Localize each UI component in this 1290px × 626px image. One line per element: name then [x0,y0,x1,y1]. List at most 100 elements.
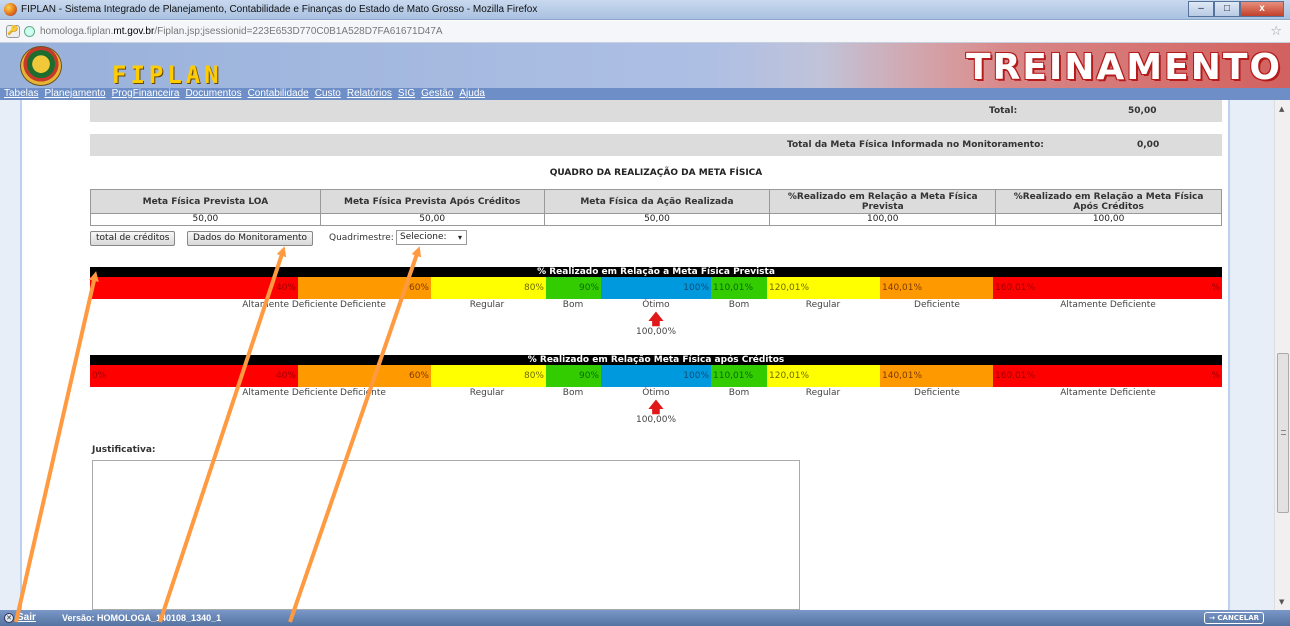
scroll-up-icon[interactable]: ▲ [1279,105,1284,113]
address-bar[interactable]: 🔑 homologa.fiplan.mt.gov.br/Fiplan.jsp;j… [0,21,1290,43]
firefox-icon [4,3,17,16]
segment-start-value: 120,01% [769,371,810,381]
performance-label: Ótimo [642,300,670,310]
performance-label: Bom [562,388,584,398]
performance-bar-prevista: % Realizado em Relação a Meta Física Pre… [90,267,1222,337]
globe-icon [24,26,35,37]
performance-label: Altamente Deficiente [1060,300,1156,310]
menu-item-relatorios[interactable]: Relatórios [347,88,392,100]
performance-segment: 140,01% [880,365,993,387]
meta-informada-row: Total da Meta Física Informada no Monito… [90,134,1222,156]
segment-start-value: 140,01% [882,371,923,381]
segment-end-value: 100% [683,283,709,293]
segment-end-value: 90% [578,371,599,381]
meta-fisica-table: Meta Física Prevista LOA Meta Física Pre… [90,189,1222,226]
table-header: Meta Física da Ação Realizada [543,189,771,214]
marker-value: 100,00% [635,327,677,337]
performance-segment: 120,01% [767,277,880,299]
justificativa-label: Justificativa: [92,445,156,455]
menu-item-sig[interactable]: SIG [398,88,415,100]
left-margin [0,100,22,610]
total-label: Total: [989,106,1018,116]
maximize-button[interactable]: □ [1214,1,1240,17]
state-crest-icon [20,46,62,86]
performance-segment: 100% [601,365,711,387]
environment-label: TREINAMENTO [966,47,1282,88]
performance-marker: 🡅 100,00% [626,398,686,426]
menu-item-progfinanceira[interactable]: ProgFinanceira [112,88,180,100]
table-cell: 50,00 [543,213,771,226]
segment-end-value: 90% [578,283,599,293]
menu-item-tabelas[interactable]: Tabelas [4,88,38,100]
fiplan-logo: FIPLAN [112,61,223,89]
grip-icon [1281,430,1286,435]
performance-label: Ótimo [642,388,670,398]
red-arrow-up-icon: 🡅 [648,398,664,416]
total-creditos-button[interactable]: total de créditos [90,231,176,246]
segment-end-value: 80% [523,371,544,381]
chevron-down-icon: ▾ [457,233,462,242]
performance-label: Regular [469,388,505,398]
performance-title: % Realizado em Relação Meta Física após … [90,355,1222,365]
performance-label: Deficiente [914,300,960,310]
performance-band: 0% 40% 60% 80% 90% 100% 110,01% 120,01% 140,01% 1… [90,365,1222,387]
segment-end-value: 40% [275,283,296,293]
performance-segment: 120,01% [767,365,880,387]
vertical-scrollbar[interactable]: ▲ ▼ [1274,100,1290,610]
performance-segment: 100% [601,277,711,299]
performance-segment: 140,01% [880,277,993,299]
segment-start-value: 160,01% [995,371,1036,381]
table-header: Meta Física Prevista LOA [90,189,321,214]
meta-informada-value: 0,00 [1137,140,1160,150]
segment-start-value: 120,01% [769,283,810,293]
dados-monitoramento-button[interactable]: Dados do Monitoramento [187,231,314,246]
performance-label: Deficiente [340,388,386,398]
main-menu: Tabelas Planejamento ProgFinanceira Documen… [0,88,1290,100]
table-cell: 100,00 [769,213,997,226]
performance-segment: 80% [431,277,546,299]
close-window-button[interactable]: x [1240,1,1284,17]
segment-start-value: 0% [92,371,107,381]
cancelar-button[interactable]: → CANCELAR [1204,612,1264,624]
menu-item-ajuda[interactable]: Ajuda [459,88,485,100]
scroll-down-icon[interactable]: ▼ [1279,598,1284,606]
table-cell: 100,00 [995,213,1222,226]
segment-end-value: 100% [683,371,709,381]
scrollbar-thumb[interactable] [1277,353,1289,513]
justificativa-textarea[interactable] [92,460,800,610]
menu-item-documentos[interactable]: Documentos [185,88,241,100]
table-cell: 50,00 [90,213,321,226]
menu-item-custo[interactable]: Custo [315,88,341,100]
performance-label: Regular [805,300,841,310]
table-header: %Realizado em Relação a Meta Física Após… [995,189,1222,214]
segment-end-value: 60% [408,371,429,381]
quadrimestre-label: Quadrimestre: [329,233,394,243]
url-text[interactable]: homologa.fiplan.mt.gov.br/Fiplan.jsp;jse… [40,26,443,37]
minimize-button[interactable]: – [1188,1,1214,17]
bookmark-star-icon[interactable]: ☆ [1270,24,1282,39]
performance-band: 40% 60% 80% 90% 100% 110,01% 120,01% 140,01% 160… [90,277,1222,299]
quadrimestre-selected: Selecione: [400,232,447,242]
window-titlebar: FIPLAN - Sistema Integrado de Planejamen… [0,0,1290,20]
menu-item-contabilidade[interactable]: Contabilidade [248,88,309,100]
app-banner: FIPLAN TREINAMENTO [0,43,1290,89]
right-margin [1228,100,1274,610]
menu-item-planejamento[interactable]: Planejamento [44,88,105,100]
segment-start-value: 110,01% [713,283,754,293]
quadrimestre-select[interactable]: Selecione: ▾ [396,230,467,245]
table-row: 50,00 50,00 50,00 100,00 100,00 [90,213,1222,226]
sair-link[interactable]: Sair [17,612,36,623]
table-header: %Realizado em Relação a Meta Física Prev… [769,189,997,214]
exit-icon[interactable]: ✕ [4,613,14,623]
segment-end-value: 60% [408,283,429,293]
performance-segment: 40% [90,277,298,299]
site-identity-icon[interactable]: 🔑 [6,25,20,38]
performance-segment: 90% [546,277,601,299]
status-bar: ✕ Sair Versão: HOMOLOGA_140108_1340_1 → … [0,610,1290,626]
segment-end-value: 40% [275,371,296,381]
meta-informada-label: Total da Meta Física Informada no Monito… [787,140,1044,150]
performance-label: Bom [728,388,750,398]
menu-item-gestao[interactable]: Gestão [421,88,453,100]
performance-label: Bom [562,300,584,310]
performance-label: Altamente Deficiente [1060,388,1156,398]
